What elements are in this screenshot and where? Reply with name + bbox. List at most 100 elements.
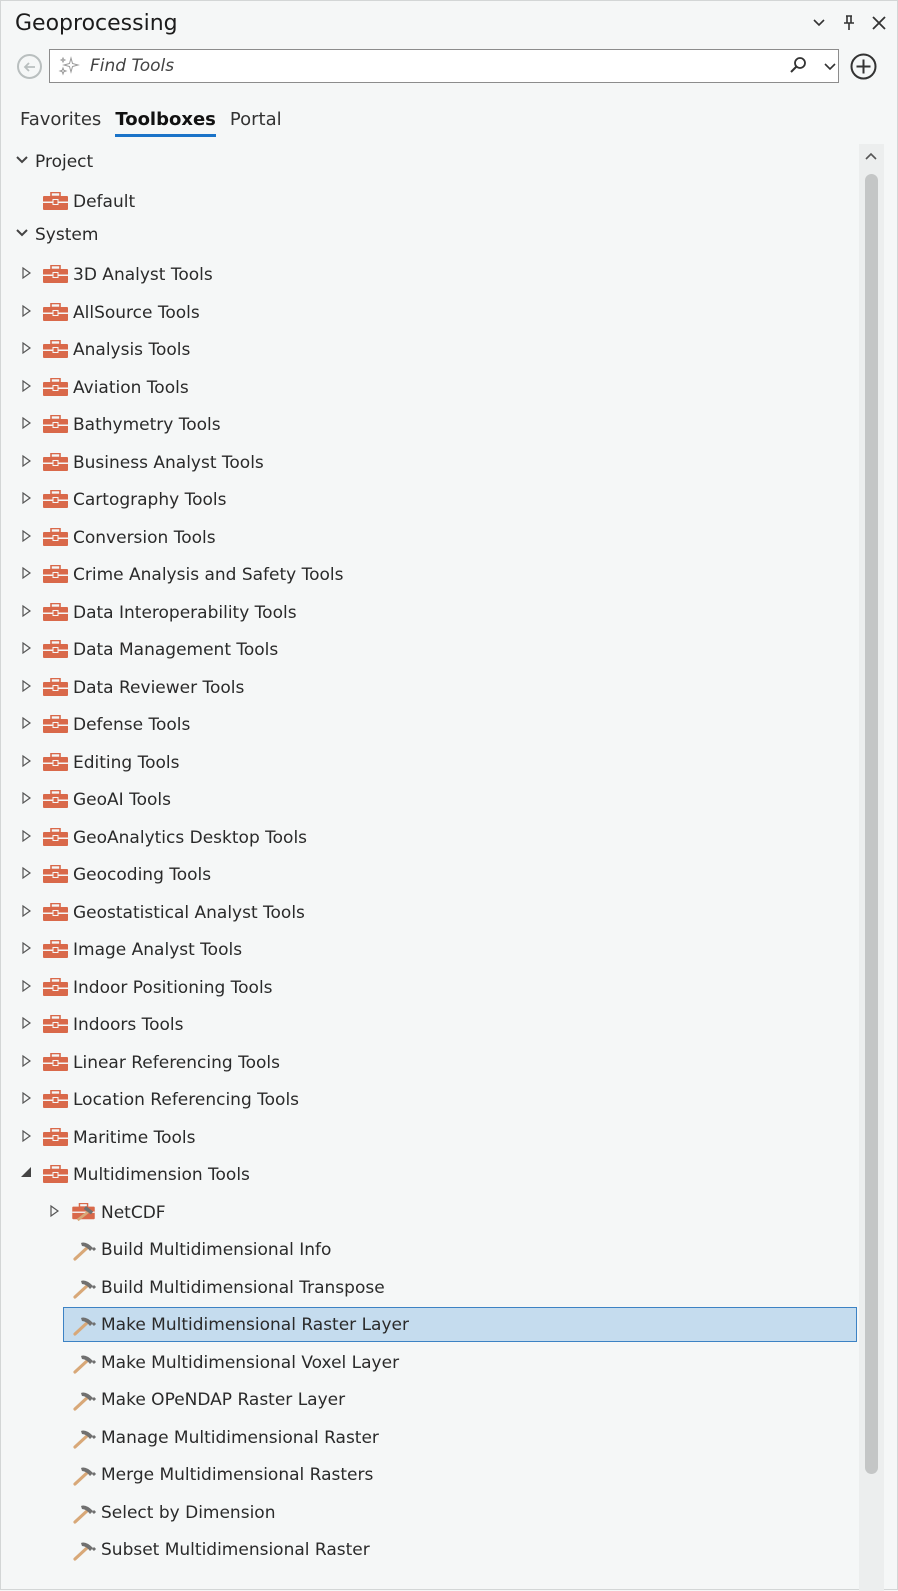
expanded-triangle-icon[interactable]: [18, 1165, 34, 1181]
toolbox-icon: [43, 528, 68, 546]
tree-item-label: Make Multidimensional Raster Layer: [101, 1315, 409, 1335]
tree-item-toolbox[interactable]: Location Referencing Tools: [1, 1084, 857, 1114]
pin-icon[interactable]: [839, 13, 859, 33]
expand-triangle-icon[interactable]: [18, 978, 34, 994]
expand-triangle-icon[interactable]: [18, 565, 34, 581]
tree-item-tool[interactable]: Subset Multidimensional Raster: [1, 1534, 857, 1564]
geoprocessing-pane: Geoprocessing Favorit: [0, 0, 898, 1591]
toolbox-icon: [43, 678, 68, 696]
tree-item-toolbox[interactable]: Maritime Tools: [1, 1122, 857, 1152]
tree-item-toolbox[interactable]: Data Reviewer Tools: [1, 672, 857, 702]
tab-portal[interactable]: Portal: [230, 109, 282, 137]
add-plus-icon[interactable]: [850, 53, 877, 80]
tree-item-toolbox[interactable]: Indoors Tools: [1, 1009, 857, 1039]
hammer-tool-icon: [73, 1355, 97, 1374]
expand-triangle-icon[interactable]: [18, 1090, 34, 1106]
expand-triangle-icon[interactable]: [18, 715, 34, 731]
expand-triangle-icon[interactable]: [18, 528, 34, 544]
tree-item-toolbox[interactable]: Geocoding Tools: [1, 859, 857, 889]
expand-triangle-icon[interactable]: [18, 903, 34, 919]
tree-item-default[interactable]: Default: [1, 186, 857, 216]
expand-triangle-icon[interactable]: [18, 828, 34, 844]
tree-item-toolbox[interactable]: Bathymetry Tools: [1, 409, 857, 439]
tree-item-toolbox[interactable]: Geostatistical Analyst Tools: [1, 897, 857, 927]
toolbox-icon: [43, 940, 68, 958]
hammer-tool-icon: [73, 1392, 97, 1411]
toolbox-icon: [43, 603, 68, 621]
tree-item-tool[interactable]: Manage Multidimensional Raster: [1, 1422, 857, 1452]
tree-group-project[interactable]: Project: [1, 146, 857, 176]
tree-item-tool[interactable]: Make Multidimensional Raster Layer: [1, 1309, 857, 1339]
expand-triangle-icon[interactable]: [18, 790, 34, 806]
scroll-up-icon[interactable]: [863, 150, 879, 162]
toolbox-icon: [43, 903, 68, 921]
tab-toolboxes[interactable]: Toolboxes: [115, 109, 216, 137]
expand-triangle-icon[interactable]: [18, 940, 34, 956]
tree-item-netcdf-toolset[interactable]: NetCDF: [1, 1197, 857, 1227]
tree-group-system[interactable]: System: [1, 219, 857, 249]
tree-item-toolbox[interactable]: Data Interoperability Tools: [1, 597, 857, 627]
tree-item-label: GeoAnalytics Desktop Tools: [73, 828, 308, 848]
expand-triangle-icon[interactable]: [18, 415, 34, 431]
tree-item-toolbox[interactable]: Aviation Tools: [1, 372, 857, 402]
pane-tabs: Favorites Toolboxes Portal: [20, 109, 282, 137]
expand-triangle-icon[interactable]: [18, 678, 34, 694]
chevron-down-icon[interactable]: [14, 152, 30, 168]
expand-triangle-icon[interactable]: [18, 865, 34, 881]
tree-item-label: Manage Multidimensional Raster: [101, 1428, 379, 1448]
tree-item-label: Geostatistical Analyst Tools: [73, 903, 305, 923]
scroll-thumb[interactable]: [865, 174, 878, 1474]
tree-item-toolbox[interactable]: Business Analyst Tools: [1, 447, 857, 477]
toolbox-icon: [43, 1015, 68, 1033]
tree-item-toolbox[interactable]: Analysis Tools: [1, 334, 857, 364]
tab-favorites[interactable]: Favorites: [20, 109, 101, 137]
expand-triangle-icon[interactable]: [18, 1015, 34, 1031]
expand-triangle-icon[interactable]: [18, 303, 34, 319]
expand-triangle-icon[interactable]: [18, 1128, 34, 1144]
toolbox-icon: [43, 978, 68, 996]
expand-triangle-icon[interactable]: [18, 340, 34, 356]
expand-triangle-icon[interactable]: [18, 753, 34, 769]
tree-item-toolbox[interactable]: Editing Tools: [1, 747, 857, 777]
tree-item-tool[interactable]: Merge Multidimensional Rasters: [1, 1459, 857, 1489]
tree-item-tool[interactable]: Build Multidimensional Info: [1, 1234, 857, 1264]
expand-triangle-icon[interactable]: [18, 640, 34, 656]
expand-triangle-icon[interactable]: [18, 265, 34, 281]
tree-item-toolbox[interactable]: Crime Analysis and Safety Tools: [1, 559, 857, 589]
expand-triangle-icon[interactable]: [18, 378, 34, 394]
expand-triangle-icon[interactable]: [18, 1053, 34, 1069]
expand-triangle-icon[interactable]: [18, 603, 34, 619]
sparkle-icon: [58, 56, 80, 76]
close-icon[interactable]: [869, 13, 889, 33]
chevron-down-icon[interactable]: [809, 13, 829, 33]
hammer-tool-icon: [73, 1242, 97, 1261]
pane-title: Geoprocessing: [15, 11, 178, 36]
tree-item-toolbox[interactable]: Defense Tools: [1, 709, 857, 739]
tree-item-toolbox[interactable]: Cartography Tools: [1, 484, 857, 514]
expand-triangle-icon[interactable]: [18, 453, 34, 469]
tree-item-toolbox[interactable]: GeoAI Tools: [1, 784, 857, 814]
search-icon[interactable]: [788, 56, 808, 76]
tree-item-tool[interactable]: Build Multidimensional Transpose: [1, 1272, 857, 1302]
tree-item-multidimension-tools[interactable]: Multidimension Tools: [1, 1159, 857, 1189]
tree-item-toolbox[interactable]: Linear Referencing Tools: [1, 1047, 857, 1077]
tree-item-toolbox[interactable]: Image Analyst Tools: [1, 934, 857, 964]
tree-item-toolbox[interactable]: Data Management Tools: [1, 634, 857, 664]
tree-item-toolbox[interactable]: 3D Analyst Tools: [1, 259, 857, 289]
expand-triangle-icon[interactable]: [46, 1203, 62, 1219]
tree-item-tool[interactable]: Make OPeNDAP Raster Layer: [1, 1384, 857, 1414]
expand-triangle-icon[interactable]: [18, 490, 34, 506]
search-options-chevron-icon[interactable]: [820, 56, 840, 76]
tree-item-label: Analysis Tools: [73, 340, 191, 360]
search-input[interactable]: [90, 54, 770, 78]
vertical-scrollbar[interactable]: [859, 144, 884, 1591]
tree-item-toolbox[interactable]: GeoAnalytics Desktop Tools: [1, 822, 857, 852]
tree-item-toolbox[interactable]: Indoor Positioning Tools: [1, 972, 857, 1002]
tree-item-toolbox[interactable]: Conversion Tools: [1, 522, 857, 552]
tree-item-tool[interactable]: Make Multidimensional Voxel Layer: [1, 1347, 857, 1377]
back-button[interactable]: [17, 54, 42, 79]
chevron-down-icon[interactable]: [14, 225, 30, 241]
toolbox-icon: [43, 828, 68, 846]
tree-item-toolbox[interactable]: AllSource Tools: [1, 297, 857, 327]
tree-item-tool[interactable]: Select by Dimension: [1, 1497, 857, 1527]
